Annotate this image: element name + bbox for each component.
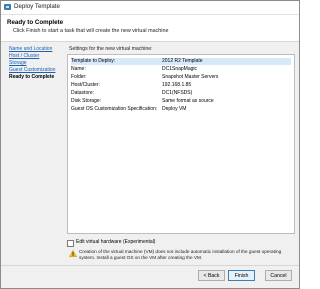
setting-value: Snapshot Master Servers [162, 74, 219, 80]
setting-key: Host/Cluster: [71, 82, 100, 88]
setting-key: Folder: [71, 74, 87, 80]
setting-key: Name: [71, 66, 86, 72]
setting-value: 192.168.1.85 [162, 82, 192, 88]
page-title: Ready to Complete [7, 19, 64, 26]
page-subtitle: Click Finish to start a task that will c… [13, 28, 169, 34]
settings-section: Settings for the new virtual machine: Te… [67, 46, 295, 234]
setting-value: DC1SnapMagic [162, 66, 198, 72]
cancel-button[interactable]: Cancel [265, 270, 292, 281]
step-host-cluster[interactable]: Host / Cluster [9, 53, 39, 59]
deploy-template-window: Deploy Template Ready to Complete Click … [0, 0, 300, 289]
settings-heading: Settings for the new virtual machine: [69, 46, 153, 52]
setting-value: Deploy VM [162, 106, 187, 112]
settings-row[interactable]: Datastore: DC1(NFSDS) [71, 90, 291, 97]
step-name-and-location[interactable]: Name and Location [9, 46, 52, 52]
warning-icon [69, 250, 77, 257]
settings-row[interactable]: Host/Cluster: 192.168.1.85 [71, 82, 291, 89]
finish-button[interactable]: Finish [228, 270, 255, 281]
edit-hardware-option[interactable]: Edit virtual hardware (Experimental) [67, 239, 295, 247]
vm-template-icon [4, 4, 11, 10]
wizard-header: Ready to Complete Click Finish to start … [1, 15, 299, 42]
setting-key: Datastore: [71, 90, 95, 96]
title-bar: Deploy Template [1, 1, 299, 15]
window-title: Deploy Template [14, 3, 60, 10]
setting-value: 2012 R2 Template [162, 58, 203, 64]
settings-row[interactable]: Disk Storage: Same format as source [71, 98, 291, 105]
setting-value: Same format as source [162, 98, 214, 104]
setting-value: DC1(NFSDS) [162, 90, 193, 96]
warning-message: Creation of the virtual machine (VM) doe… [79, 249, 282, 260]
back-button[interactable]: < Back [198, 270, 225, 281]
settings-row[interactable]: Guest OS Customization Specification: De… [71, 106, 291, 113]
setting-key: Guest OS Customization Specification: [71, 106, 158, 112]
settings-row[interactable]: Template to Deploy: 2012 R2 Template [71, 58, 291, 65]
settings-row[interactable]: Name: DC1SnapMagic [71, 66, 291, 73]
setting-key: Template to Deploy: [71, 58, 116, 64]
edit-hardware-checkbox[interactable] [67, 240, 74, 247]
step-guest-customization[interactable]: Guest Customization [9, 67, 55, 73]
settings-list[interactable]: Template to Deploy: 2012 R2 Template Nam… [67, 54, 295, 234]
step-ready-to-complete: Ready to Complete [9, 74, 55, 80]
setting-key: Disk Storage: [71, 98, 102, 104]
footer-divider [1, 265, 299, 266]
step-storage[interactable]: Storage [9, 60, 27, 66]
edit-hardware-label[interactable]: Edit virtual hardware (Experimental) [76, 239, 155, 245]
wizard-steps-nav: Name and Location Host / Cluster Storage… [5, 46, 62, 256]
settings-row[interactable]: Folder: Snapshot Master Servers [71, 74, 291, 81]
